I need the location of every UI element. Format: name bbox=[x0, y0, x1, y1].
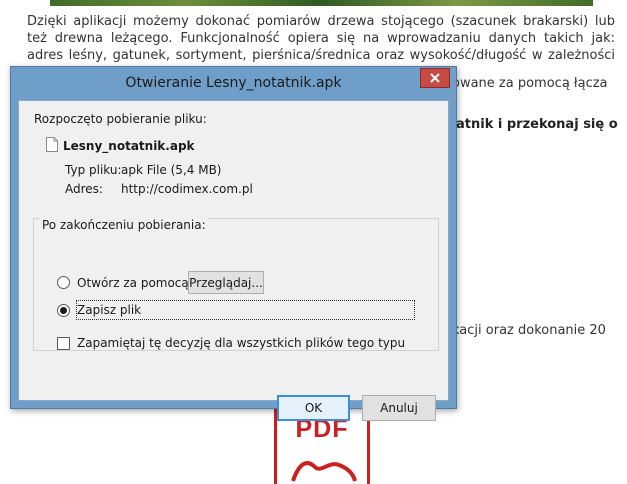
close-button[interactable] bbox=[420, 68, 450, 88]
group-title: Po zakończeniu pobierania: bbox=[40, 218, 208, 232]
remember-decision-checkbox[interactable] bbox=[57, 337, 70, 350]
address-label: Adres: bbox=[65, 182, 103, 196]
address-value: http://codimex.com.pl bbox=[121, 182, 253, 196]
save-file-label[interactable]: Zapisz plik bbox=[77, 303, 141, 317]
file-type-label: Typ pliku: bbox=[65, 163, 122, 177]
cancel-button[interactable]: Anuluj bbox=[362, 395, 436, 421]
radio-selected-dot bbox=[60, 307, 67, 314]
acrobat-glyph-icon bbox=[291, 461, 357, 482]
open-with-radio[interactable] bbox=[57, 276, 70, 289]
remember-decision-label[interactable]: Zapamiętaj tę decyzję dla wszystkich pli… bbox=[77, 336, 405, 350]
ok-button[interactable]: OK bbox=[277, 395, 350, 421]
download-started-text: Rozpoczęto pobieranie pliku: bbox=[34, 112, 207, 126]
header-banner-image bbox=[50, 0, 593, 6]
browse-button[interactable]: Przeglądaj... bbox=[188, 271, 264, 294]
bold-link-fragment[interactable]: atnik i przekonaj się o bbox=[456, 116, 618, 133]
save-file-radio[interactable] bbox=[57, 304, 70, 317]
file-icon bbox=[46, 137, 58, 152]
download-dialog: Otwieranie Lesny_notatnik.apk Rozpoczęto… bbox=[10, 66, 457, 421]
dialog-titlebar[interactable]: Otwieranie Lesny_notatnik.apk bbox=[11, 67, 456, 99]
file-name: Lesny_notatnik.apk bbox=[63, 139, 195, 153]
file-type-value: apk File (5,4 MB) bbox=[121, 163, 222, 177]
close-icon bbox=[430, 73, 440, 83]
paragraph-fragment: owane za pomocą łącza bbox=[452, 76, 608, 91]
dialog-title: Otwieranie Lesny_notatnik.apk bbox=[125, 75, 342, 91]
dialog-body: Rozpoczęto pobieranie pliku: Lesny_notat… bbox=[18, 100, 449, 421]
open-with-label[interactable]: Otwórz za pomocą bbox=[77, 276, 189, 290]
paragraph-fragment: kacji oraz dokonanie 20 bbox=[452, 323, 606, 338]
